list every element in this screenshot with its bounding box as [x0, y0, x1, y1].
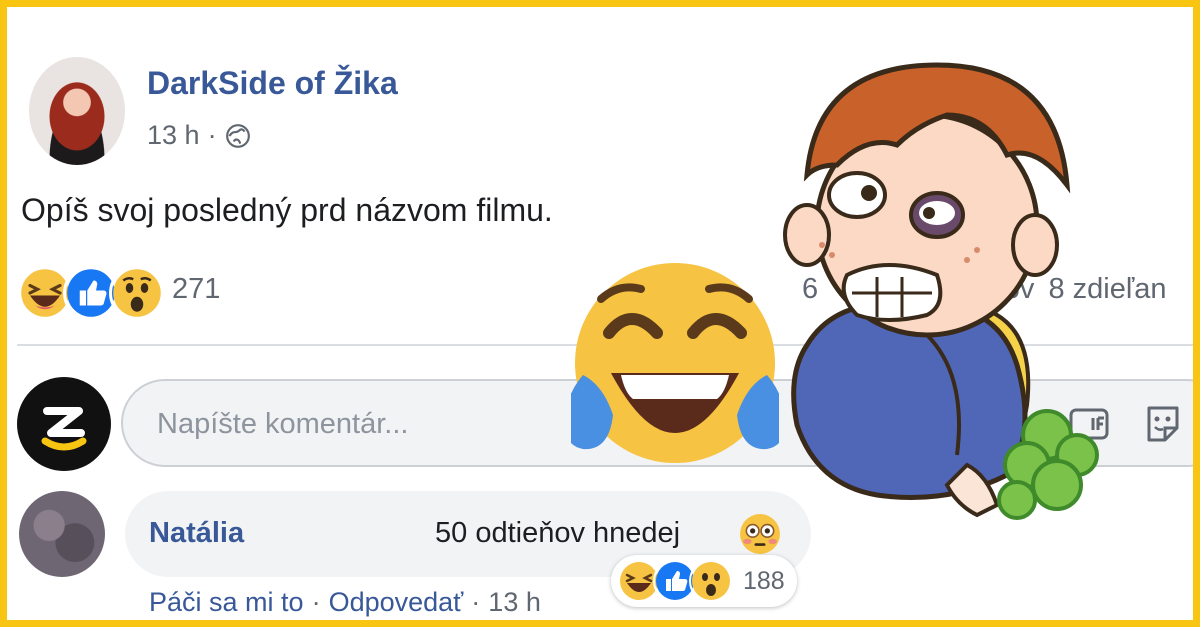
meta-separator: ·: [207, 120, 217, 150]
poster-name[interactable]: DarkSide of Žika: [147, 65, 398, 102]
post-time[interactable]: 13 h: [147, 120, 200, 151]
comment-time[interactable]: 13 h: [488, 587, 541, 617]
post-meta: 13 h ·: [147, 120, 251, 151]
separator: ·: [311, 587, 321, 617]
separator: ·: [471, 587, 481, 617]
flushed-emoji: [740, 514, 780, 554]
wow-emoji: [109, 265, 165, 321]
commenter-name[interactable]: Natália: [149, 517, 244, 550]
post-text: Opíš svoj posledný prd názvom filmu.: [21, 192, 553, 228]
reply-link[interactable]: Odpovedať: [329, 587, 464, 617]
comment-actions: Páči sa mi to · Odpovedať · 13 h: [149, 587, 541, 618]
comment-placeholder: Napíšte komentár...: [157, 408, 409, 440]
image-frame: DarkSide of Žika 13 h · Opíš svoj posled…: [0, 0, 1200, 627]
post-reactions[interactable]: [17, 265, 165, 321]
comment-reaction-count: 188: [743, 566, 785, 595]
wow-emoji: [689, 559, 733, 603]
page-avatar[interactable]: [17, 377, 111, 471]
like-comment-link[interactable]: Páči sa mi to: [149, 587, 304, 617]
comment-reactions[interactable]: 188: [611, 555, 797, 607]
tears-of-joy-emoji: [571, 263, 779, 463]
cartoon-boy-illustration: [783, 62, 1099, 520]
commenter-avatar[interactable]: [19, 491, 105, 577]
poster-avatar[interactable]: [29, 57, 125, 165]
comment-text: 50 odtieňov hnedej: [435, 517, 681, 549]
post-reaction-count[interactable]: 271: [172, 273, 220, 306]
globe-icon: [225, 123, 250, 148]
sticker-icon[interactable]: [1141, 402, 1185, 446]
